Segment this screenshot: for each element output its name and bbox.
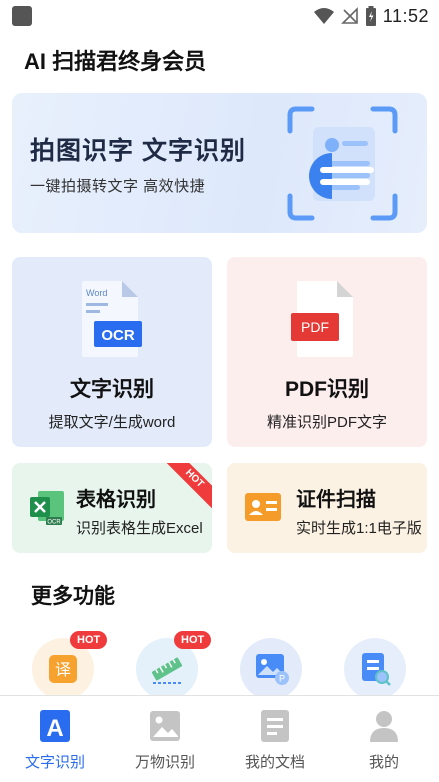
excel-icon: OCR (30, 491, 64, 526)
pdf-card-subtitle: 精准识别PDF文字 (266, 414, 387, 431)
status-time: 11:52 (382, 5, 429, 26)
pdf-card-title: PDF识别 (285, 378, 369, 401)
pdf-document-icon: PDF (291, 281, 353, 357)
wifi-icon (313, 8, 334, 24)
bottom-navigation: A 文字识别 万物识别 我的文档 我的 (0, 695, 439, 782)
banner-title: 拍图识字 文字识别 (30, 137, 246, 165)
pdf-card[interactable]: PDF PDF识别 精准识别PDF文字 (227, 257, 427, 447)
ocr-card[interactable]: Word OCR 文字识别 提取文字/生成word (12, 257, 212, 447)
hot-ribbon: HOT (160, 463, 212, 513)
nav-label: 我的文档 (244, 754, 305, 771)
hot-badge: HOT (174, 631, 212, 649)
svg-text:P: P (279, 674, 285, 684)
status-bar: 11:52 (0, 0, 439, 32)
page-title: AI 扫描君终身会员 (24, 49, 207, 74)
id-card-subtitle: 实时生成1:1电子版 (296, 520, 422, 537)
more-features-row: 译 HOT HOT P (0, 628, 439, 700)
measure-ruler-icon (151, 657, 183, 684)
text-recognition-icon: A (40, 710, 70, 742)
nav-tab-profile[interactable]: 我的 (329, 696, 439, 782)
measure-button[interactable]: HOT (136, 631, 212, 700)
hot-badge: HOT (70, 631, 108, 649)
svg-text:Word: Word (86, 288, 107, 298)
id-card-title: 证件扫描 (296, 489, 376, 511)
translate-icon: 译 (49, 655, 77, 683)
table-card-title: 表格识别 (76, 489, 156, 511)
nav-label: 万物识别 (134, 754, 195, 771)
nav-label: 我的 (368, 754, 399, 771)
image-recognition-icon (150, 711, 180, 741)
table-recognition-card[interactable]: OCR 表格识别 识别表格生成Excel HOT (12, 463, 212, 553)
profile-icon (370, 711, 398, 742)
my-documents-icon (261, 710, 289, 742)
ocr-card-title: 文字识别 (70, 378, 154, 401)
promo-banner[interactable]: 拍图识字 文字识别 一键拍摄转文字 高效快捷 (12, 93, 427, 233)
document-search-button[interactable] (344, 638, 406, 700)
svg-text:OCR: OCR (47, 520, 61, 526)
nav-tab-text-recognition[interactable]: A 文字识别 (0, 696, 110, 782)
svg-text:译: 译 (55, 660, 71, 679)
svg-text:OCR: OCR (101, 327, 135, 344)
svg-text:PDF: PDF (301, 319, 329, 335)
translate-button[interactable]: 译 HOT (32, 631, 108, 700)
image-pdf-icon: P (256, 654, 289, 685)
battery-charging-icon (365, 6, 376, 26)
document-search-icon (362, 653, 391, 686)
image-to-pdf-button[interactable]: P (240, 638, 302, 700)
signal-off-icon (340, 7, 358, 24)
nav-label: 文字识别 (24, 754, 85, 771)
nav-tab-my-documents[interactable]: 我的文档 (220, 696, 330, 782)
id-scan-card[interactable]: 证件扫描 实时生成1:1电子版 (227, 463, 427, 553)
id-card-icon (245, 493, 281, 521)
scan-document-icon (287, 106, 398, 221)
ocr-card-subtitle: 提取文字/生成word (48, 414, 176, 431)
banner-subtitle: 一键拍摄转文字 高效快捷 (30, 178, 206, 195)
ocr-document-icon: Word OCR (82, 281, 142, 357)
notification-icon (12, 6, 32, 26)
table-card-subtitle: 识别表格生成Excel (76, 520, 203, 537)
more-features-title: 更多功能 (31, 585, 115, 608)
status-indicators: 11:52 (313, 4, 429, 28)
svg-text:A: A (46, 715, 63, 742)
nav-tab-object-recognition[interactable]: 万物识别 (110, 696, 220, 782)
